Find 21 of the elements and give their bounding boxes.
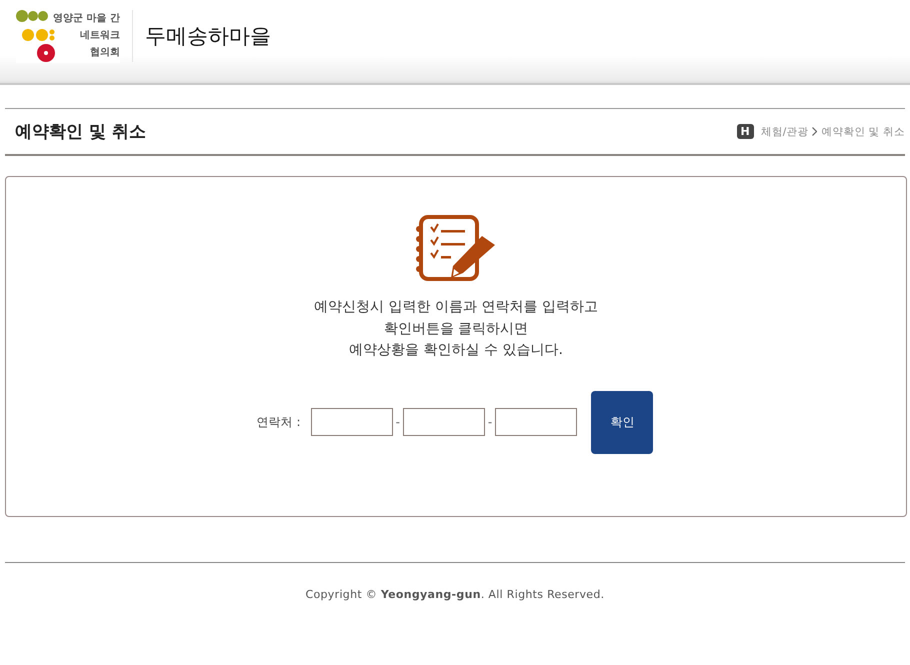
site-name[interactable]: 두메송하마을: [145, 22, 277, 50]
logo-text: 협의회: [90, 46, 120, 60]
home-badge[interactable]: H: [736, 124, 754, 139]
instruction-text: 확인버튼을 클릭하시면: [384, 320, 528, 338]
copyright-text: Copyright © Yeongyang-gun. All Rights Reserved.: [304, 588, 606, 601]
breadcrumb-link[interactable]: 예약확인 및 취소: [821, 124, 905, 138]
page-title: 예약확인 및 취소: [15, 121, 146, 143]
separator-text: -: [488, 415, 492, 429]
separator-text: -: [396, 415, 400, 429]
logo-text: 네트워크: [80, 29, 120, 43]
notepad-pencil-icon: [415, 215, 497, 283]
chevron-icon: [812, 127, 818, 136]
breadcrumb-link[interactable]: 체험/관광: [760, 124, 808, 138]
phone-input[interactable]: [402, 408, 485, 436]
confirm-button[interactable]: 확인: [591, 390, 654, 454]
instruction-text: 예약상황을 확인하실 수 있습니다.: [349, 341, 563, 360]
field-label: 연락처 :: [256, 414, 301, 430]
phone-input[interactable]: [495, 408, 578, 436]
phone-input[interactable]: [310, 408, 393, 436]
instruction-text: 예약신청시 입력한 이름과 연락처를 입력하고: [314, 298, 598, 317]
logo-text: 영양군 마을 간: [53, 12, 120, 26]
